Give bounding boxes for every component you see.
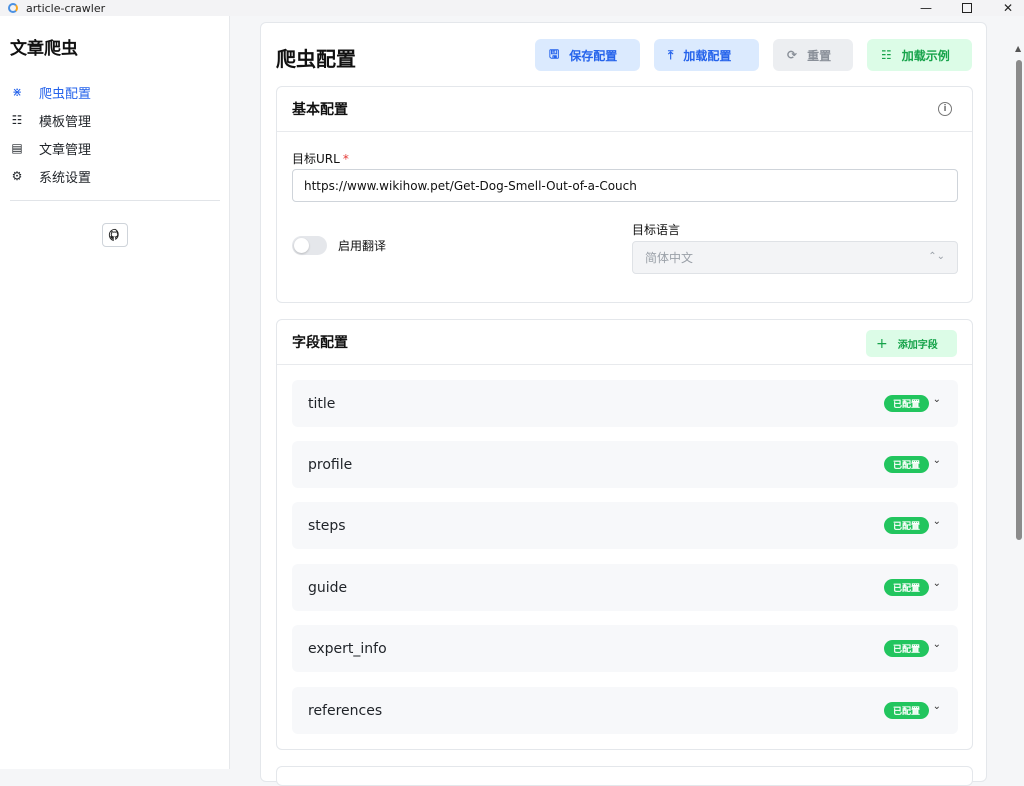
sidebar-item-label: 爬虫配置 [39, 86, 92, 102]
field-row-profile[interactable]: profile 已配置 ⌄ [292, 441, 958, 488]
sidebar-item-article-manage[interactable]: ▤ 文章管理 [0, 134, 230, 162]
basic-config-card: 基本配置 i 目标URL * https://www.wikihow.pet/Ge… [276, 86, 973, 303]
toggle-knob [294, 238, 309, 253]
basic-config-header: 基本配置 i [277, 87, 972, 132]
save-icon: 🖫 [549, 46, 560, 61]
config-panel: 爬虫配置 🖫 保存配置 ⤒ 加载配置 ⟳ 重置 ☷ 加载示例 基本配置 i 目标… [260, 22, 987, 786]
chevron-down-icon[interactable]: ⌄ [933, 516, 941, 527]
status-badge: 已配置 [883, 579, 929, 596]
close-button[interactable]: ✕ [988, 0, 1024, 16]
field-config-card: 字段配置 + 添加字段 title 已配置 ⌄ profile 已配置 ⌄ st… [276, 319, 973, 750]
plus-icon: + [876, 335, 888, 352]
maximize-icon [962, 3, 972, 13]
sidebar-item-template-manage[interactable]: ☷ 模板管理 [0, 106, 230, 134]
minimize-button[interactable]: — [906, 0, 946, 16]
document-icon: ▤ [11, 141, 23, 155]
field-name: references [308, 702, 383, 719]
sidebar-item-crawler-config[interactable]: ⋇ 爬虫配置 [0, 78, 230, 106]
reset-label: 重置 [807, 48, 832, 63]
sidebar-item-label: 文章管理 [39, 142, 92, 158]
add-field-button[interactable]: + 添加字段 [866, 330, 957, 357]
sidebar: 文章爬虫 ⋇ 爬虫配置 ☷ 模板管理 ▤ 文章管理 ⚙ 系统设置 [0, 16, 230, 769]
field-row-title[interactable]: title 已配置 ⌄ [292, 380, 958, 427]
sidebar-divider [10, 200, 220, 201]
status-badge: 已配置 [883, 702, 929, 719]
window-titlebar: article-crawler — ✕ [0, 0, 1024, 16]
field-name: expert_info [308, 640, 387, 657]
load-example-label: 加载示例 [901, 48, 950, 63]
field-row-references[interactable]: references 已配置 ⌄ [292, 687, 958, 734]
page-title: 爬虫配置 [276, 47, 356, 71]
chevron-down-icon[interactable]: ⌄ [933, 394, 941, 405]
url-label-text: 目标URL [292, 152, 340, 166]
status-badge: 已配置 [883, 456, 929, 473]
load-config-button[interactable]: ⤒ 加载配置 [654, 39, 759, 71]
main-area: 爬虫配置 🖫 保存配置 ⤒ 加载配置 ⟳ 重置 ☷ 加载示例 基本配置 i 目标… [230, 16, 1012, 786]
target-language-value: 简体中文 [645, 251, 694, 265]
upload-icon: ⤒ [668, 47, 674, 62]
save-config-label: 保存配置 [569, 48, 618, 63]
field-row-guide[interactable]: guide 已配置 ⌄ [292, 564, 958, 611]
chevron-down-icon[interactable]: ⌄ [933, 578, 941, 589]
chevron-down-icon[interactable]: ⌄ [933, 701, 941, 712]
scroll-up-arrow[interactable]: ▲ [1015, 44, 1021, 53]
url-label: 目标URL * [292, 150, 349, 167]
sidebar-nav: ⋇ 爬虫配置 ☷ 模板管理 ▤ 文章管理 ⚙ 系统设置 [0, 78, 230, 190]
chevron-down-icon[interactable]: ⌄ [933, 455, 941, 466]
sidebar-item-label: 模板管理 [39, 114, 92, 130]
sidebar-item-label: 系统设置 [39, 170, 92, 186]
template-icon: ☷ [11, 113, 23, 127]
field-name: profile [308, 456, 353, 473]
maximize-button[interactable] [947, 0, 987, 16]
scrollbar-thumb[interactable] [1016, 60, 1022, 540]
field-config-title: 字段配置 [292, 335, 348, 351]
reset-button[interactable]: ⟳ 重置 [773, 39, 853, 71]
gear-icon: ⚙ [11, 169, 23, 183]
field-config-header: 字段配置 + 添加字段 [277, 320, 972, 365]
field-name: steps [308, 517, 346, 534]
chevron-updown-icon: ⌃⌄ [928, 251, 945, 262]
bug-icon: ⋇ [11, 85, 23, 99]
add-field-label: 添加字段 [897, 340, 938, 351]
template-icon: ☷ [881, 48, 892, 62]
info-icon[interactable]: i [938, 102, 952, 116]
target-language-label: 目标语言 [632, 223, 681, 237]
translate-toggle[interactable] [292, 236, 327, 255]
target-language-select[interactable]: 简体中文 ⌃⌄ [632, 241, 958, 274]
github-button[interactable] [102, 223, 128, 247]
basic-config-title: 基本配置 [292, 102, 348, 118]
required-mark: * [342, 152, 349, 166]
sidebar-item-system-settings[interactable]: ⚙ 系统设置 [0, 162, 230, 190]
field-row-expert-info[interactable]: expert_info 已配置 ⌄ [292, 625, 958, 672]
window-title: article-crawler [26, 1, 106, 15]
save-config-button[interactable]: 🖫 保存配置 [535, 39, 640, 71]
field-name: title [308, 395, 336, 412]
status-badge: 已配置 [883, 395, 929, 412]
app-brand: 文章爬虫 [10, 39, 78, 59]
refresh-icon: ⟳ [787, 48, 798, 62]
app-icon [8, 3, 18, 13]
chevron-down-icon[interactable]: ⌄ [933, 639, 941, 650]
next-card-partial [276, 766, 973, 786]
status-badge: 已配置 [883, 640, 929, 657]
load-config-label: 加载配置 [683, 48, 732, 63]
field-row-steps[interactable]: steps 已配置 ⌄ [292, 502, 958, 549]
target-url-input[interactable]: https://www.wikihow.pet/Get-Dog-Smell-Ou… [292, 169, 958, 202]
field-name: guide [308, 579, 348, 596]
github-icon [108, 228, 119, 242]
status-badge: 已配置 [883, 517, 929, 534]
translate-label: 启用翻译 [338, 239, 387, 253]
load-example-button[interactable]: ☷ 加载示例 [867, 39, 972, 71]
